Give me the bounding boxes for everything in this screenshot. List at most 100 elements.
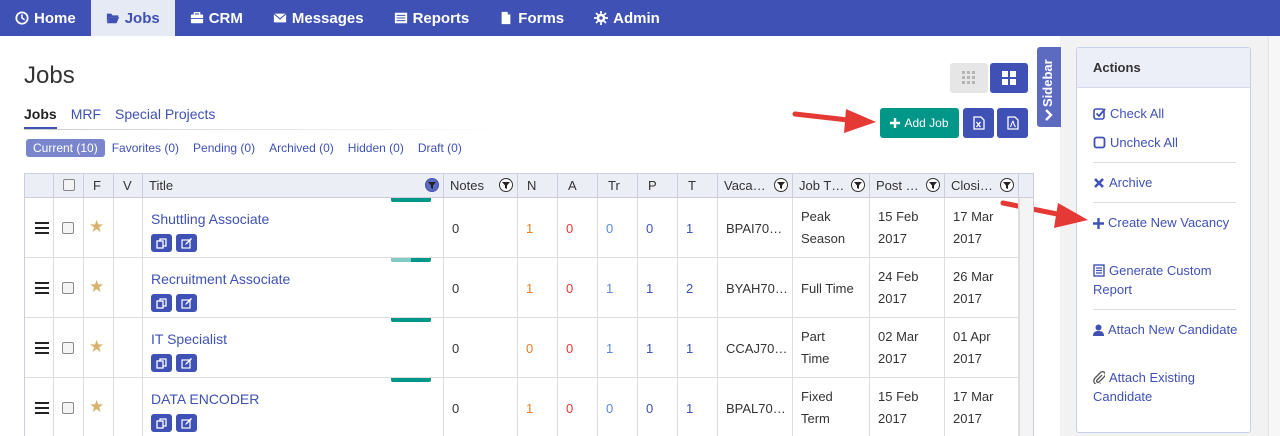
filter-favorites[interactable]: Favorites (0) (105, 139, 186, 157)
attach-existing-candidate-action[interactable]: Attach Existing Candidate (1093, 368, 1243, 406)
filter-draft[interactable]: Draft (0) (411, 139, 469, 157)
filter-icon[interactable] (1000, 178, 1014, 192)
p-cell[interactable]: 1 (638, 258, 678, 318)
nav-home[interactable]: Home (0, 0, 91, 36)
sidebar-toggle[interactable]: Sidebar (1037, 47, 1061, 127)
tab-jobs[interactable]: Jobs (24, 106, 57, 129)
grid-view-button[interactable] (950, 63, 988, 93)
notes-cell: 0 (444, 198, 518, 258)
t-cell[interactable]: 1 (678, 378, 718, 436)
n-cell[interactable]: 1 (518, 378, 558, 436)
filter-current[interactable]: Current (10) (26, 139, 105, 157)
t-cell[interactable]: 1 (678, 198, 718, 258)
header-post-col[interactable]: Post … (870, 174, 945, 198)
nav-admin[interactable]: Admin (579, 0, 675, 36)
paperclip-icon (1093, 371, 1106, 386)
post-date-day: 24 Feb (878, 269, 919, 284)
tr-cell[interactable]: 0 (598, 378, 638, 436)
cell-divider (84, 198, 114, 258)
table-header: F V Title Notes N A Tr P T Vaca… Job T… … (25, 174, 1033, 198)
filter-icon[interactable] (425, 178, 439, 192)
add-job-label: Add Job (904, 116, 949, 130)
nav-jobs[interactable]: Jobs (90, 0, 175, 36)
custom-report-action[interactable]: Generate Custom Report (1093, 261, 1243, 299)
filter-icon[interactable] (926, 178, 940, 192)
select-all-checkbox[interactable] (63, 179, 75, 191)
closing-date-cell: 17 Mar 2017 (945, 198, 1019, 258)
job-title-link[interactable]: DATA ENCODER (151, 391, 259, 407)
header-notes-col[interactable]: Notes (444, 174, 518, 198)
table-row[interactable]: ★ DATA ENCODER 0 1 0 0 0 1 BPAL70… Fixed… (25, 378, 1033, 436)
n-cell[interactable]: 1 (518, 258, 558, 318)
archive-action[interactable]: Archive (1093, 173, 1243, 192)
filter-archived[interactable]: Archived (0) (262, 139, 341, 157)
edit-button[interactable] (176, 414, 197, 432)
p-cell[interactable]: 0 (638, 378, 678, 436)
edit-button[interactable] (176, 234, 197, 252)
n-cell[interactable]: 1 (518, 198, 558, 258)
tab-mrf[interactable]: MRF (71, 106, 101, 129)
cell-divider (84, 378, 114, 436)
job-title-link[interactable]: Recruitment Associate (151, 271, 290, 287)
header-job-type-col[interactable]: Job T… (793, 174, 870, 198)
job-title-link[interactable]: Shuttling Associate (151, 211, 269, 227)
tr-cell[interactable]: 1 (598, 318, 638, 378)
p-cell[interactable]: 0 (638, 198, 678, 258)
header-title: Title (149, 178, 174, 193)
t-cell[interactable]: 1 (678, 318, 718, 378)
post-date-cell: 15 Feb 2017 (870, 378, 945, 436)
a-cell[interactable]: 0 (558, 318, 598, 378)
filter-icon[interactable] (851, 178, 865, 192)
table-row[interactable]: ★ Shuttling Associate 0 1 0 0 0 1 BPAI70… (25, 198, 1033, 258)
header-title-col[interactable]: Title (143, 174, 444, 198)
tile-view-button[interactable] (990, 63, 1028, 93)
copy-button[interactable] (151, 294, 172, 312)
uncheck-all-action[interactable]: Uncheck All (1093, 133, 1243, 152)
export-pdf-button[interactable] (997, 108, 1028, 138)
tab-special-projects[interactable]: Special Projects (115, 106, 215, 129)
report-icon (1093, 264, 1105, 277)
chevron-right-icon (1045, 109, 1053, 121)
header-n: N (518, 174, 558, 198)
filter-hidden[interactable]: Hidden (0) (341, 139, 411, 157)
nav-forms[interactable]: Forms (484, 0, 579, 36)
tr-cell[interactable]: 1 (598, 258, 638, 318)
cell-divider (114, 198, 143, 258)
job-title-link[interactable]: IT Specialist (151, 331, 227, 347)
attach-new-candidate-action[interactable]: Attach New Candidate (1093, 320, 1243, 339)
table-scrollbar[interactable] (1019, 198, 1033, 436)
filter-pending[interactable]: Pending (0) (186, 139, 262, 157)
edit-icon (181, 237, 192, 249)
n-cell[interactable]: 0 (518, 318, 558, 378)
nav-crm[interactable]: CRM (175, 0, 258, 36)
job-type-line: Fixed (801, 389, 833, 404)
a-cell[interactable]: 0 (558, 378, 598, 436)
page-scrollbar[interactable] (1268, 36, 1280, 436)
filter-icon[interactable] (774, 178, 788, 192)
edit-button[interactable] (176, 354, 197, 372)
table-row[interactable]: ★ IT Specialist 0 0 0 1 1 1 CCAJ70… Part… (25, 318, 1033, 378)
a-cell[interactable]: 0 (558, 258, 598, 318)
copy-button[interactable] (151, 234, 172, 252)
t-cell[interactable]: 2 (678, 258, 718, 318)
create-vacancy-action[interactable]: Create New Vacancy (1093, 213, 1243, 232)
filter-icon[interactable] (499, 178, 513, 192)
add-job-button[interactable]: Add Job (880, 108, 959, 138)
tr-cell[interactable]: 0 (598, 198, 638, 258)
table-row[interactable]: ★ Recruitment Associate 0 1 0 1 1 2 BYAH… (25, 258, 1033, 318)
p-cell[interactable]: 1 (638, 318, 678, 378)
header-menu-col (25, 174, 54, 198)
edit-button[interactable] (176, 294, 197, 312)
copy-button[interactable] (151, 354, 172, 372)
export-excel-button[interactable] (963, 108, 994, 138)
archive-label: Archive (1109, 175, 1153, 190)
copy-button[interactable] (151, 414, 172, 432)
custom-report-label: Generate Custom Report (1093, 263, 1212, 297)
nav-messages[interactable]: Messages (258, 0, 379, 36)
header-vacancy-col[interactable]: Vaca… (718, 174, 793, 198)
a-cell[interactable]: 0 (558, 198, 598, 258)
close-icon (1094, 178, 1104, 188)
header-closing-col[interactable]: Closi… (945, 174, 1019, 198)
check-all-action[interactable]: Check All (1093, 104, 1243, 123)
nav-reports[interactable]: Reports (379, 0, 485, 36)
